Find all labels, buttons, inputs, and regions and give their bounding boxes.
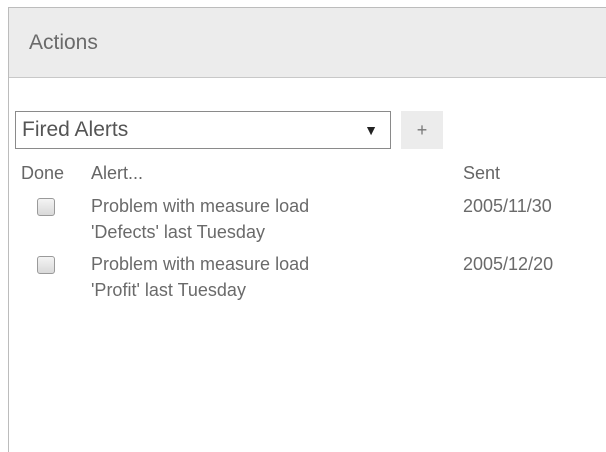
chevron-down-icon: ▼ [364,122,378,138]
done-cell [9,193,91,221]
add-button[interactable]: + [401,111,443,149]
done-checkbox[interactable] [37,256,55,274]
column-header-sent[interactable]: Sent [463,163,603,184]
table-header: Done Alert... Sent [9,163,606,193]
done-cell [9,251,91,279]
done-checkbox[interactable] [37,198,55,216]
column-header-alert[interactable]: Alert... [91,163,463,184]
alert-cell[interactable]: Problem with measure load 'Defects' last… [91,193,463,245]
alert-cell[interactable]: Problem with measure load 'Profit' last … [91,251,463,303]
alert-text-line: 'Defects' last Tuesday [91,222,265,242]
alert-type-dropdown[interactable]: Fired Alerts ▼ [15,111,391,149]
alert-text-line: Problem with measure load [91,196,310,216]
sent-date: 2005/11/30 [463,196,552,216]
actions-panel: Actions Fired Alerts ▼ + Done Alert... S… [8,7,606,452]
table-row: Problem with measure load 'Defects' last… [9,193,606,245]
panel-header: Actions [9,8,606,78]
column-header-done[interactable]: Done [9,163,91,184]
dropdown-selected-value: Fired Alerts [22,118,129,141]
sent-date: 2005/12/20 [463,254,554,274]
panel-title: Actions [29,30,98,54]
add-button-label: + [416,119,428,140]
alert-toolbar: Fired Alerts ▼ + [15,111,443,149]
alert-text-line: 'Profit' last Tuesday [91,280,246,300]
table-row: Problem with measure load 'Profit' last … [9,251,606,303]
alerts-table: Done Alert... Sent Problem with measure … [9,163,606,309]
alert-text-line: Problem with measure load [91,254,310,274]
